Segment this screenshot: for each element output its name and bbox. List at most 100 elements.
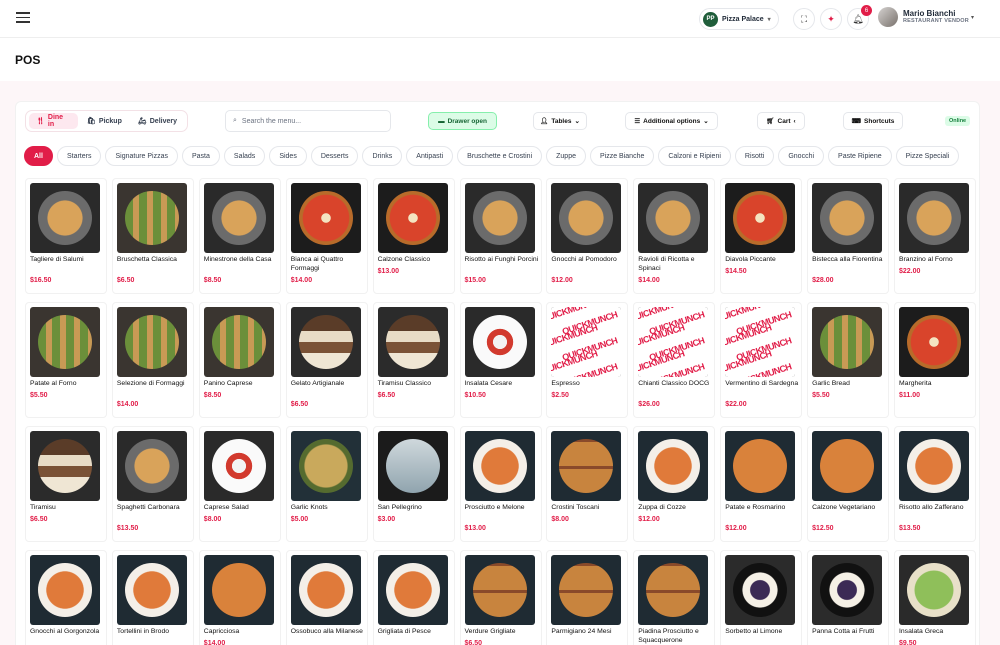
product-image [203,431,274,501]
product-image: QUICKMUNCH QUICKMUNCH QUICKMUNCH QUICKMUNCH… [551,307,622,377]
product-card[interactable]: Piadina Prosciutto e Squacquerone [633,550,716,645]
product-name: Chianti Classico DOCG [638,380,710,387]
chevron-down-icon: ⌄ [574,118,580,125]
product-card[interactable]: Garlic Knots $5.00 [285,426,368,542]
avatar[interactable] [878,7,898,27]
category-tab[interactable]: Pasta [182,146,220,166]
category-tab[interactable]: Pizze Bianche [590,146,655,166]
cart-button[interactable]: 🛒︎ Cart ‹ [757,112,805,130]
sparkle-icon[interactable]: ✦ [820,8,842,30]
category-tab[interactable]: Drinks [362,146,403,166]
product-card[interactable]: QUICKMUNCH QUICKMUNCH QUICKMUNCH QUICKMUNCH… [720,302,803,418]
category-tab[interactable]: Pizze Speciali [895,146,960,166]
product-card[interactable]: Gnocchi al Gorgonzola [25,550,107,645]
product-card[interactable]: Panna Cotta ai Frutti [807,550,890,645]
category-tab[interactable]: Zuppe [546,146,586,166]
drawer-label: Drawer open [447,117,487,125]
product-card[interactable]: Bruschetta Classica $6.50 [111,178,194,294]
product-card[interactable]: Minestrone della Casa $8.50 [198,178,281,294]
product-card[interactable]: Calzone Vegetariano $12.50 [807,426,890,542]
product-card[interactable]: Insalata Greca $9.50 [894,550,976,645]
product-image [377,431,448,501]
product-card[interactable]: Garlic Bread $5.50 [807,302,890,418]
product-card[interactable]: Ossobuco alla Milanese [285,550,368,645]
product-card[interactable]: Branzino al Forno $22.00 [894,178,976,294]
category-tab[interactable]: Risotti [734,146,775,166]
order-type-delivery[interactable]: 🛵︎ Delivery [131,113,184,129]
product-card[interactable]: Insalata Cesare $10.50 [459,302,542,418]
category-tab[interactable]: All [24,146,53,166]
product-card[interactable]: Capricciosa $14.00 [198,550,281,645]
product-name: Bianca ai Quattro Formaggi [290,256,344,272]
product-image [551,431,622,501]
product-price: $14.00 [638,277,660,284]
product-card[interactable]: Parmigiano 24 Mesi [546,550,629,645]
category-tab[interactable]: Gnocchi [778,146,825,166]
order-type-dine-in[interactable]: 🍴︎ Dine in [29,113,79,129]
product-card[interactable]: Prosciutto e Melone $13.00 [459,426,542,542]
category-tab[interactable]: Paste Ripiene [828,146,892,166]
product-card[interactable]: Zuppa di Cozze $12.00 [633,426,716,542]
person-icon: 👤︎ [540,118,549,125]
product-name: Caprese Salad [203,504,249,511]
product-card[interactable]: Crostini Toscani $8.00 [546,426,629,542]
category-tab[interactable]: Desserts [310,146,359,166]
product-name: Selezione di Formaggi [116,380,185,387]
user-name: Mario Bianchi [903,9,956,18]
product-card[interactable]: Sorbetto al Limone$5.50 [720,550,803,645]
product-card[interactable]: Calzone Classico $13.00 [372,178,455,294]
product-name: Vermentino di Sardegna [725,380,799,387]
product-card[interactable]: Spaghetti Carbonara $13.50 [111,426,194,542]
product-card[interactable]: Verdure Grigliate $6.50 [459,550,542,645]
shortcuts-button[interactable]: ⌨ Shortcuts [843,112,903,130]
product-card[interactable]: Panino Caprese $8.50 [198,302,281,418]
tables-button[interactable]: 👤︎ Tables ⌄ [533,112,587,130]
category-tab[interactable]: Signature Pizzas [105,146,178,166]
category-tab[interactable]: Calzoni e Ripieni [658,146,731,166]
product-name: Calzone Vegetariano [812,504,876,511]
product-card[interactable]: Risotto ai Funghi Porcini $15.00 [459,178,542,294]
product-card[interactable]: QUICKMUNCH QUICKMUNCH QUICKMUNCH QUICKMUNCH… [633,302,716,418]
bell-icon[interactable]: 🔔︎ 6 [847,5,872,30]
product-card[interactable]: San Pellegrino $3.00 [372,426,455,542]
product-card[interactable]: Tiramisu Classico $6.50 [372,302,455,418]
additional-options-button[interactable]: ☰ Additional options ⌄ [625,112,718,130]
category-tab[interactable]: Sides [269,146,307,166]
product-price: $6.50 [464,640,483,645]
product-price: $13.00 [464,525,486,532]
store-selector[interactable]: PP Pizza Palace ▾ [699,8,779,30]
product-card[interactable]: Gelato Artigianale $6.50 [285,302,368,418]
product-name: Tagliere di Salumi [30,256,84,263]
product-price: $5.50 [30,392,48,399]
product-card[interactable]: Risotto allo Zafferano $13.50 [894,426,976,542]
product-card[interactable]: Bistecca alla Fiorentina $28.00 [807,178,890,294]
chevron-down-icon[interactable]: ▾ [971,14,974,21]
category-tab[interactable]: Salads [223,146,266,166]
product-card[interactable]: Ravioli di Ricotta e Spinaci $14.00 [633,178,716,294]
product-card[interactable]: Patate e Rosmarino $12.00 [720,426,803,542]
search-input[interactable]: ⌕ Search the menu... [225,110,391,132]
product-card[interactable]: Caprese Salad $8.00 [198,426,281,542]
product-card[interactable]: Grigliata di Pesce$24.00 [372,550,455,645]
product-price: $8.00 [551,516,569,523]
fullscreen-icon[interactable]: ⛶ [793,8,815,30]
menu-icon[interactable] [16,12,30,24]
category-tab[interactable]: Bruschette e Crostini [457,146,543,166]
product-card[interactable]: Margherita $11.00 [894,302,976,418]
category-tab[interactable]: Starters [56,146,102,166]
product-card[interactable]: QUICKMUNCH QUICKMUNCH QUICKMUNCH QUICKMUNCH… [546,302,629,418]
product-card[interactable]: Selezione di Formaggi $14.00 [111,302,194,418]
order-type-pickup[interactable]: 🛍︎ Pickup [80,113,129,129]
product-card[interactable]: Tiramisu $6.50 [25,426,107,542]
category-tab[interactable]: Antipasti [406,146,454,166]
product-name: Patate al Forno [30,380,77,387]
drawer-open-button[interactable]: ▬ Drawer open [428,112,497,130]
product-card[interactable]: Bianca ai Quattro Formaggi $14.00 [285,178,368,294]
product-card[interactable]: Tortellini in Brodo$12.50 [111,550,194,645]
product-name: Patate e Rosmarino [725,504,786,511]
product-card[interactable]: Gnocchi al Pomodoro $12.00 [546,178,629,294]
product-price: $10.50 [464,392,486,399]
product-card[interactable]: Patate al Forno $5.50 [25,302,107,418]
product-card[interactable]: Tagliere di Salumi $16.50 [25,178,107,294]
product-card[interactable]: Diavola Piccante $14.50 [720,178,803,294]
